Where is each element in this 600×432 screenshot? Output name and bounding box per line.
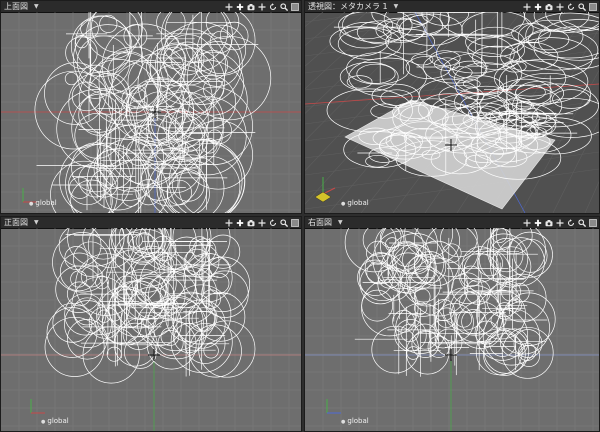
- move-icon-glyph: [258, 219, 265, 226]
- wireframe-scene: [1, 12, 301, 213]
- zoom-plus-icon-glyph: [534, 219, 541, 226]
- coordinate-mode-icon: ●: [29, 201, 34, 207]
- maximize-icon-glyph: [588, 218, 597, 227]
- zoom-icon[interactable]: [577, 2, 586, 11]
- camera-icon[interactable]: [544, 2, 553, 11]
- coordinate-mode-label[interactable]: ● global: [341, 417, 369, 425]
- move-icon[interactable]: [522, 218, 531, 227]
- maximize-icon[interactable]: [290, 2, 299, 11]
- rotate-icon[interactable]: [268, 218, 277, 227]
- camera-icon[interactable]: [246, 218, 255, 227]
- zoom-icon-glyph: [279, 2, 288, 11]
- zoom-icon[interactable]: [279, 218, 288, 227]
- viewport-menu-button[interactable]: ▼: [338, 217, 343, 228]
- camera-icon[interactable]: [544, 218, 553, 227]
- coordinate-mode-icon: ●: [41, 419, 46, 425]
- coordinate-mode-label[interactable]: ● global: [29, 199, 57, 207]
- move-icon[interactable]: [257, 218, 266, 227]
- viewport-title: 上面図: [4, 2, 28, 11]
- viewport-toolbar: [224, 217, 299, 228]
- move-icon[interactable]: [522, 2, 531, 11]
- viewport-toolbar: [522, 217, 597, 228]
- move-icon[interactable]: [257, 2, 266, 11]
- camera-icon-glyph: [247, 219, 254, 226]
- move-icon-glyph: [258, 3, 265, 10]
- viewport-canvas[interactable]: [1, 228, 301, 431]
- viewport-title: 正面図: [4, 218, 28, 227]
- viewport-menu-button[interactable]: ▼: [394, 1, 399, 12]
- coordinate-mode-icon: ●: [341, 419, 346, 425]
- viewport-canvas[interactable]: [1, 12, 301, 213]
- maximize-icon-glyph: [290, 218, 299, 227]
- viewport-top[interactable]: 上面図 ▼ ● global: [0, 0, 302, 214]
- coordinate-mode-label[interactable]: ● global: [341, 199, 369, 207]
- wireframe-scene: [305, 228, 599, 431]
- rotate-icon-glyph: [269, 218, 276, 226]
- axis-gizmo: [326, 399, 341, 414]
- coordinate-mode-icon: ●: [341, 201, 346, 207]
- rotate-icon-glyph: [269, 2, 276, 10]
- zoom-plus-icon[interactable]: [533, 218, 542, 227]
- viewport-menu-button[interactable]: ▼: [34, 1, 39, 12]
- rotate-icon[interactable]: [566, 218, 575, 227]
- move-icon-glyph: [225, 3, 232, 10]
- origin-cursor: [148, 349, 160, 361]
- move-icon-glyph: [556, 3, 563, 10]
- coordinate-mode-text: global: [35, 199, 57, 207]
- rotate-icon[interactable]: [566, 2, 575, 11]
- maximize-icon[interactable]: [588, 2, 597, 11]
- coordinate-mode-text: global: [347, 199, 369, 207]
- rotate-icon-glyph: [567, 2, 574, 10]
- move-icon-glyph: [523, 219, 530, 226]
- viewport-canvas[interactable]: [305, 228, 599, 431]
- zoom-icon[interactable]: [577, 218, 586, 227]
- viewport-toolbar: [522, 1, 597, 12]
- move-icon-glyph: [225, 219, 232, 226]
- viewport-canvas[interactable]: [305, 12, 599, 213]
- wireframe-scene: [1, 228, 301, 431]
- move-icon[interactable]: [224, 2, 233, 11]
- camera-icon-glyph: [545, 219, 552, 226]
- move-icon-glyph: [523, 3, 530, 10]
- viewport-toolbar: [224, 1, 299, 12]
- move-icon[interactable]: [555, 218, 564, 227]
- move-icon-glyph: [556, 219, 563, 226]
- maximize-icon-glyph: [588, 2, 597, 11]
- viewport-menu-button[interactable]: ▼: [34, 217, 39, 228]
- zoom-plus-icon-glyph: [236, 219, 243, 226]
- wireframe-mesh: [44, 228, 256, 384]
- viewport-front[interactable]: 正面図 ▼ ● global: [0, 216, 302, 432]
- wireframe-scene: [305, 12, 599, 213]
- move-icon[interactable]: [555, 2, 564, 11]
- wireframe-mesh: [344, 228, 556, 379]
- camera-icon[interactable]: [246, 2, 255, 11]
- rotate-icon[interactable]: [268, 2, 277, 11]
- move-icon[interactable]: [224, 218, 233, 227]
- zoom-plus-icon-glyph: [534, 3, 541, 10]
- coordinate-mode-text: global: [47, 417, 69, 425]
- zoom-icon[interactable]: [279, 2, 288, 11]
- rotate-icon-glyph: [567, 218, 574, 226]
- maximize-icon[interactable]: [588, 218, 597, 227]
- zoom-plus-icon[interactable]: [235, 2, 244, 11]
- zoom-icon-glyph: [577, 218, 586, 227]
- maximize-icon-glyph: [290, 2, 299, 11]
- viewport-title: 右面図: [308, 218, 332, 227]
- camera-icon-glyph: [545, 3, 552, 10]
- axis-gizmo: [30, 399, 45, 414]
- origin-cursor: [445, 349, 457, 361]
- zoom-plus-icon-glyph: [236, 3, 243, 10]
- viewport-title: 透視図：メタカメラ 1: [308, 2, 388, 11]
- zoom-plus-icon[interactable]: [235, 218, 244, 227]
- maximize-icon[interactable]: [290, 218, 299, 227]
- zoom-plus-icon[interactable]: [533, 2, 542, 11]
- coordinate-mode-text: global: [347, 417, 369, 425]
- zoom-icon-glyph: [279, 218, 288, 227]
- viewport-perspective[interactable]: 透視図：メタカメラ 1 ▼ ● global: [304, 0, 600, 214]
- viewport-right[interactable]: 右面図 ▼ ● global: [304, 216, 600, 432]
- coordinate-mode-label[interactable]: ● global: [41, 417, 69, 425]
- camera-icon-glyph: [247, 3, 254, 10]
- viewport-window: 上面図 ▼ ● global 透視図：メタカメラ 1 ▼ ● global 正面図 …: [0, 0, 600, 432]
- zoom-icon-glyph: [577, 2, 586, 11]
